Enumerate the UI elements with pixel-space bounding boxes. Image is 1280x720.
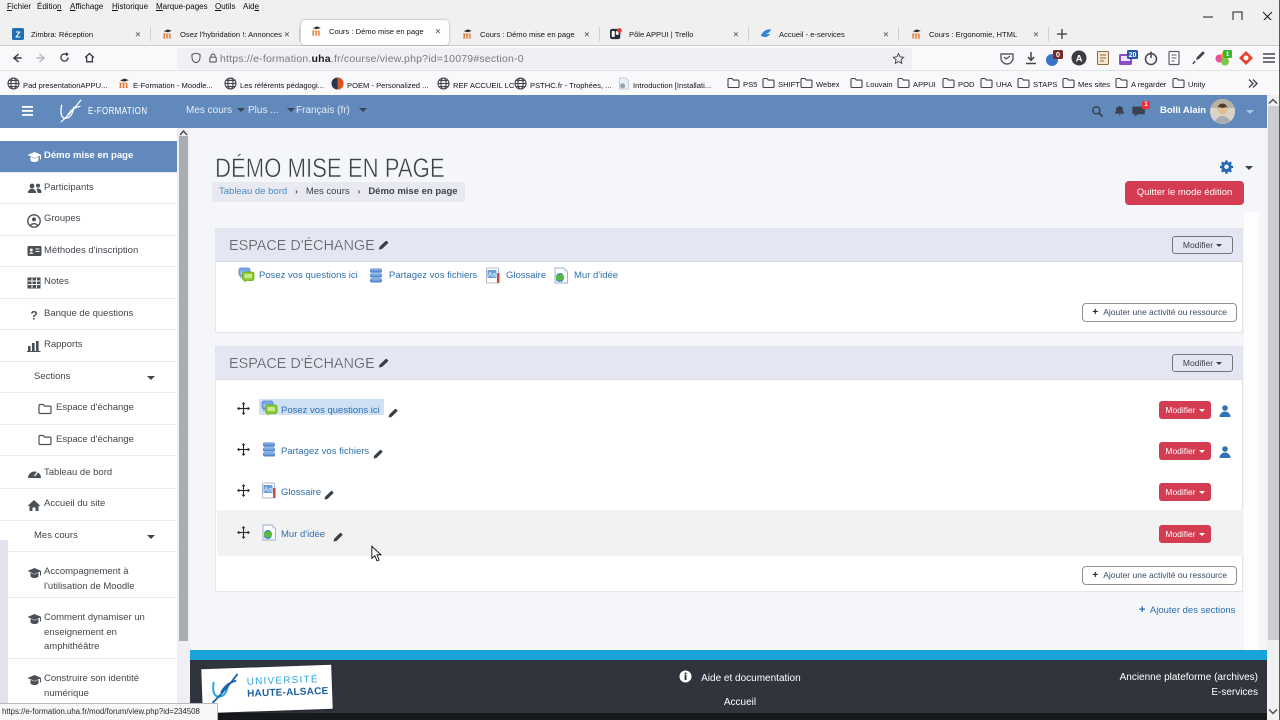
svg-text:Z: Z [15,29,20,39]
svg-text:Aa: Aa [264,487,272,494]
svg-text:1: 1 [1226,51,1230,58]
svg-text:A: A [1076,54,1083,65]
svg-text:HAUTE-ALSACE: HAUTE-ALSACE [247,686,329,700]
svg-text:?: ? [30,309,37,323]
svg-text:UNIVERSITÉ: UNIVERSITÉ [246,672,318,688]
svg-text:0: 0 [1056,50,1060,59]
svg-text:Aa: Aa [488,272,496,279]
svg-text:20: 20 [1129,52,1137,59]
